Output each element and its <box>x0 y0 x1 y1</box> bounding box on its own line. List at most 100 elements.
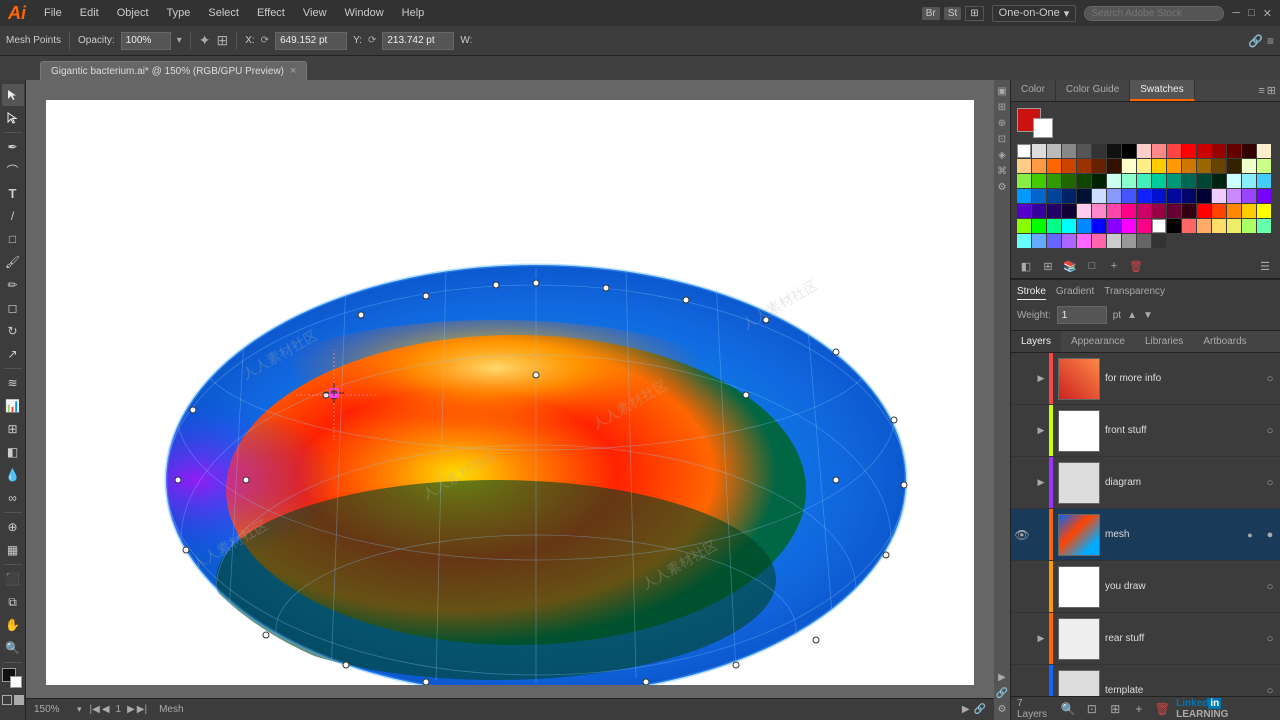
swatch-cell[interactable] <box>1212 144 1226 158</box>
swatch-cell[interactable] <box>1077 144 1091 158</box>
scale-tool[interactable]: ↗ <box>2 343 24 365</box>
panel-grid-icon[interactable]: ⊞ <box>1267 84 1276 97</box>
swatch-cell[interactable] <box>1152 174 1166 188</box>
link-status[interactable]: 🔗 <box>974 704 986 715</box>
swatch-cell[interactable] <box>1212 189 1226 203</box>
layer-item[interactable]: ▶ for more info ○ <box>1011 353 1280 405</box>
swatch-cell[interactable] <box>1242 174 1256 188</box>
swatch-cell[interactable] <box>1182 204 1196 218</box>
rotate-tool[interactable]: ↻ <box>2 320 24 342</box>
swatch-cell[interactable] <box>1167 204 1181 218</box>
swatch-cell[interactable] <box>1182 189 1196 203</box>
curvature-tool[interactable]: ⌒ <box>2 159 24 181</box>
swatch-cell[interactable] <box>1017 219 1031 233</box>
swatch-libraries[interactable]: 📚 <box>1061 257 1079 275</box>
weight-down[interactable]: ▼ <box>1143 310 1153 321</box>
swatch-cell[interactable] <box>1182 219 1196 233</box>
swatch-cell[interactable] <box>1062 234 1076 248</box>
panel-icon-7[interactable]: ⚙ <box>995 180 1009 194</box>
new-layer-button[interactable]: + <box>1129 700 1149 718</box>
pencil-tool[interactable]: ✏ <box>2 274 24 296</box>
swatch-cell[interactable] <box>1092 159 1106 173</box>
menu-select[interactable]: Select <box>200 5 247 21</box>
swatch-cell[interactable] <box>1077 219 1091 233</box>
layer-vis-right-mesh[interactable]: ● <box>1240 530 1260 540</box>
layer-item[interactable]: you draw ○ <box>1011 561 1280 613</box>
swatch-cell[interactable] <box>1092 189 1106 203</box>
menu-type[interactable]: Type <box>159 5 199 21</box>
swatch-cell[interactable] <box>1032 204 1046 218</box>
layer-expand-for-more-info[interactable]: ▶ <box>1033 373 1049 384</box>
swatch-cell[interactable] <box>1032 159 1046 173</box>
link-icon[interactable]: 🔗 <box>1248 34 1263 48</box>
opacity-input[interactable] <box>121 32 171 50</box>
swatch-cell[interactable] <box>1092 204 1106 218</box>
swatch-cell[interactable] <box>1122 234 1136 248</box>
line-tool[interactable]: / <box>2 205 24 227</box>
swatch-cell[interactable] <box>1167 144 1181 158</box>
swatch-cell[interactable] <box>1017 159 1031 173</box>
swatch-cell[interactable] <box>1242 144 1256 158</box>
swatch-cell[interactable] <box>1122 204 1136 218</box>
document-tab[interactable]: Gigantic bacterium.ai* @ 150% (RGB/GPU P… <box>40 61 307 80</box>
align-icon[interactable]: ≡ <box>1267 34 1274 48</box>
make-clipping-mask[interactable]: ⊡ <box>1082 700 1102 718</box>
stock-icon[interactable]: St <box>944 7 961 20</box>
swatch-cell[interactable] <box>1047 174 1061 188</box>
prev-page-button[interactable]: ◀ <box>102 704 110 715</box>
layer-item[interactable]: ▶ diagram ○ <box>1011 457 1280 509</box>
swatch-cell[interactable] <box>1107 219 1121 233</box>
swatch-cell[interactable] <box>1062 174 1076 188</box>
layer-lock-mesh[interactable]: ● <box>1260 529 1280 541</box>
add-swatch-menu[interactable]: ⊞ <box>1039 257 1057 275</box>
bridge-icon[interactable]: Br <box>922 7 940 20</box>
first-page-button[interactable]: |◀ <box>90 704 100 715</box>
warp-tool[interactable]: ≋ <box>2 372 24 394</box>
maximize-button[interactable]: □ <box>1248 7 1255 19</box>
swatch-cell[interactable] <box>1017 189 1031 203</box>
stroke-icon[interactable] <box>2 695 12 705</box>
layer-lock-diagram[interactable]: ○ <box>1260 477 1280 489</box>
paintbrush-tool[interactable]: 🖌 <box>2 251 24 273</box>
swatch-cell[interactable] <box>1197 144 1211 158</box>
panel-icon-3[interactable]: ⊕ <box>995 116 1009 130</box>
swatch-cell[interactable] <box>1137 219 1151 233</box>
swatch-cell[interactable] <box>1077 159 1091 173</box>
gradient-tool[interactable]: ◧ <box>2 441 24 463</box>
swatch-cell[interactable] <box>1212 159 1226 173</box>
tab-color-guide[interactable]: Color Guide <box>1056 80 1130 101</box>
swatch-cell[interactable] <box>1032 234 1046 248</box>
swatch-cell[interactable] <box>1152 204 1166 218</box>
swatch-cell[interactable] <box>1062 204 1076 218</box>
direct-select-tool[interactable] <box>2 107 24 129</box>
swatch-cell[interactable] <box>1047 159 1061 173</box>
swatch-cell[interactable] <box>1257 219 1271 233</box>
layer-item[interactable]: ▶ rear stuff ○ <box>1011 613 1280 665</box>
layer-item[interactable]: ▶ front stuff ○ <box>1011 405 1280 457</box>
swatch-cell[interactable] <box>1122 159 1136 173</box>
swatch-cell[interactable] <box>1257 204 1271 218</box>
swatch-cell[interactable] <box>1242 189 1256 203</box>
swatch-cell[interactable] <box>1227 159 1241 173</box>
swatch-cell[interactable] <box>1197 159 1211 173</box>
zoom-dropdown[interactable]: ▾ <box>77 704 82 715</box>
swatch-cell[interactable] <box>1047 204 1061 218</box>
canvas-area[interactable]: 人人素材社区 人人素材社区 人人素材社区 人人素材社区 人人素材社区 人人素材社… <box>26 80 994 720</box>
swatch-cell[interactable] <box>1227 144 1241 158</box>
mesh-tool[interactable]: ⊞ <box>2 418 24 440</box>
swatch-cell[interactable] <box>1062 219 1076 233</box>
tab-artboards[interactable]: Artboards <box>1193 331 1256 352</box>
swatch-cell[interactable] <box>1137 189 1151 203</box>
layer-item[interactable]: template ○ <box>1011 665 1280 696</box>
swatch-cell[interactable] <box>1242 219 1256 233</box>
swatch-cell[interactable] <box>1257 159 1271 173</box>
layer-lock-rear-stuff[interactable]: ○ <box>1260 633 1280 645</box>
swatch-cell[interactable] <box>1197 174 1211 188</box>
swatch-cell[interactable] <box>1152 189 1166 203</box>
play-button[interactable]: ▶ <box>962 704 970 715</box>
swatch-cell[interactable] <box>1017 234 1031 248</box>
layer-lock-front-stuff[interactable]: ○ <box>1260 425 1280 437</box>
swatch-cell[interactable] <box>1107 234 1121 248</box>
swatch-cell[interactable] <box>1047 189 1061 203</box>
swatch-cell[interactable] <box>1107 159 1121 173</box>
